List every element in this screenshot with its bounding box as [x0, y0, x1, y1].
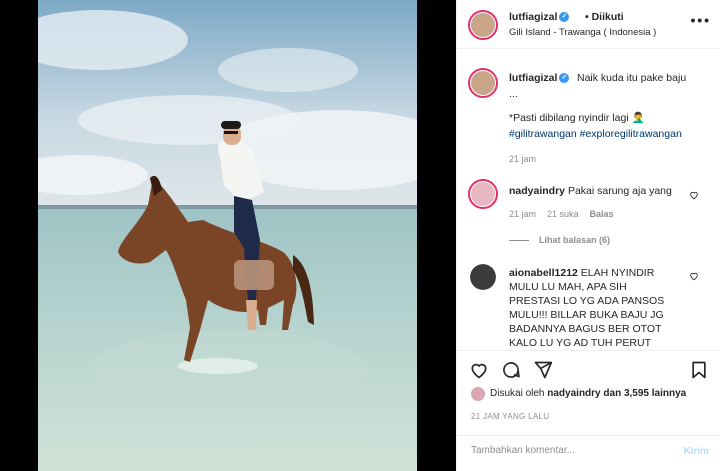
- comment-bubble-icon[interactable]: [501, 360, 521, 380]
- follow-status[interactable]: • Diikuti: [585, 11, 624, 23]
- liked-by-row: Disukai oleh nadyaindry dan 3,595 lainny…: [490, 388, 686, 399]
- author-username-row[interactable]: lutfiagizal ✓: [509, 11, 570, 23]
- reply-button[interactable]: Balas: [590, 209, 614, 219]
- add-comment-bar: Kirim: [457, 435, 720, 471]
- caption-username-row[interactable]: lutfiagizal ✓: [509, 72, 570, 84]
- verified-icon: ✓: [559, 73, 570, 84]
- author-avatar[interactable]: [468, 10, 498, 40]
- liked-by-prefix: Disukai oleh: [490, 388, 545, 399]
- post-header: lutfiagizal ✓ • Diikuti Gili Island - Tra…: [457, 0, 720, 49]
- like-comment-heart-icon[interactable]: [689, 271, 699, 281]
- caption-avatar[interactable]: [468, 68, 498, 98]
- caption-text-line2: ...: [509, 88, 518, 100]
- add-comment-input[interactable]: [471, 445, 661, 456]
- comment-meta: 21 jam 21 suka Balas: [509, 209, 625, 219]
- comment-row: aionabell1212 ELAH NYINDIR MULU LU MAH, …: [509, 266, 677, 350]
- caption-username[interactable]: lutfiagizal: [509, 72, 557, 84]
- like-heart-icon[interactable]: [469, 360, 489, 380]
- like-comment-heart-icon[interactable]: [689, 190, 699, 200]
- comment-username[interactable]: aionabell1212: [509, 267, 578, 279]
- comments-list[interactable]: lutfiagizal ✓ Naik kuda itu pake baju ...…: [457, 50, 720, 350]
- follow-status-label[interactable]: Diikuti: [592, 11, 624, 23]
- caption-time: 21 jam: [509, 154, 537, 164]
- verified-icon: ✓: [559, 12, 570, 23]
- comment-text: ELAH NYINDIR MULU LU MAH, APA SIH PRESTA…: [509, 267, 665, 349]
- view-replies-button[interactable]: Lihat balasan (6): [509, 235, 610, 245]
- send-button[interactable]: Kirim: [683, 446, 709, 457]
- liked-by-suffix[interactable]: dan 3,595 lainnya: [603, 388, 686, 399]
- caption-hashtags[interactable]: #gilitrawangan #exploregilitrawangan: [509, 127, 709, 141]
- location-link[interactable]: Gili Island - Trawanga ( Indonesia ): [509, 27, 656, 38]
- comment-username[interactable]: nadyaindry: [509, 185, 565, 197]
- comment-avatar[interactable]: [470, 264, 496, 290]
- comment-time: 21 jam: [509, 209, 537, 219]
- caption-text-line3: *Pasti dibilang nyindir lagi 🤦‍♂️: [509, 112, 645, 124]
- liked-by-user[interactable]: nadyaindry: [547, 388, 600, 399]
- comment-avatar[interactable]: [468, 179, 498, 209]
- share-send-icon[interactable]: [533, 360, 553, 380]
- post-timestamp: 21 JAM YANG LALU: [471, 412, 550, 421]
- author-username[interactable]: lutfiagizal: [509, 11, 557, 23]
- replies-divider: [509, 240, 529, 242]
- liked-by-avatar[interactable]: [471, 387, 485, 401]
- caption-text-line1: Naik kuda itu pake baju: [577, 72, 687, 84]
- view-replies-label[interactable]: Lihat balasan (6): [539, 235, 610, 245]
- bookmark-icon[interactable]: [689, 360, 709, 380]
- post-photo[interactable]: [38, 0, 417, 471]
- post-detail-panel: lutfiagizal ✓ • Diikuti Gili Island - Tra…: [456, 0, 720, 471]
- comment-likes[interactable]: 21 suka: [547, 209, 579, 219]
- comment-text: Pakai sarung aja yang: [567, 185, 672, 197]
- more-horizontal-icon[interactable]: • • •: [691, 12, 710, 28]
- comment-row: nadyaindry Pakai sarung aja yang: [509, 184, 709, 198]
